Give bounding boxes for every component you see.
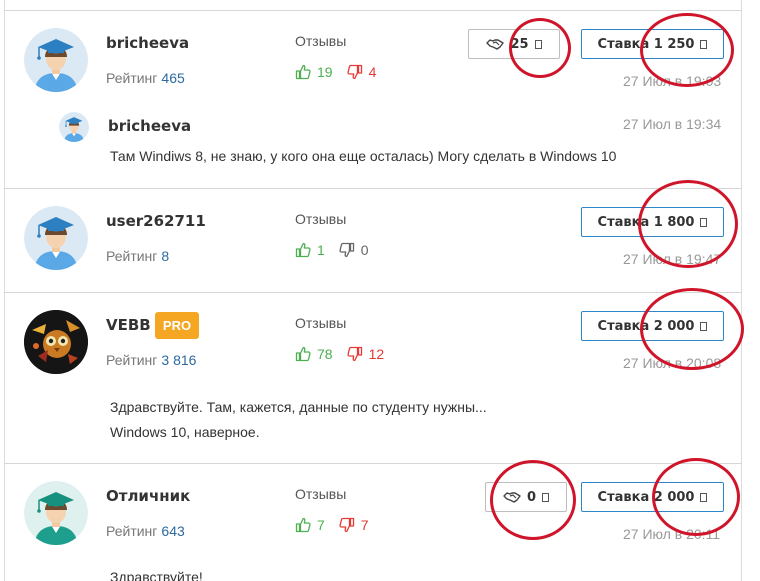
bid-button[interactable]: Ставка 1 800 [581, 207, 724, 237]
bid-message-line: Здравствуйте. Там, кажется, данные по ст… [110, 399, 487, 415]
dislikes: 4 [347, 64, 376, 80]
username[interactable]: Отличник [106, 487, 190, 505]
reply-avatar[interactable] [59, 112, 89, 142]
dislikes: 0 [339, 242, 369, 258]
rating: Рейтинг 3 816 [106, 352, 197, 368]
review-counts: 7 7 [295, 517, 369, 533]
rating: Рейтинг 8 [106, 248, 170, 264]
reviews-link[interactable]: Отзывы [295, 315, 346, 331]
placeholder-glyph [700, 321, 708, 331]
rating-value: 643 [161, 523, 185, 539]
review-counts: 19 4 [295, 64, 376, 80]
thumb-up-icon [295, 242, 311, 258]
review-counts: 1 0 [295, 242, 369, 258]
rating: Рейтинг 465 [106, 70, 185, 86]
username[interactable]: VEBB [106, 316, 151, 334]
thumb-down-icon [347, 64, 363, 80]
thumb-down-icon [339, 242, 355, 258]
bid-date: 27 Июл в 20:08 [623, 355, 722, 371]
divider [4, 188, 742, 189]
bid-date: 27 Июл в 19:03 [623, 73, 722, 89]
thumb-down-icon [347, 346, 363, 362]
bid-button[interactable]: Ставка 1 250 [581, 29, 724, 59]
placeholder-glyph [700, 492, 708, 502]
rating-value: 8 [161, 248, 170, 264]
thumb-up-icon [295, 346, 311, 362]
avatar[interactable] [24, 310, 88, 374]
username[interactable]: bricheeva [106, 34, 189, 52]
reviews-link[interactable]: Отзывы [295, 486, 346, 502]
bid-message-line: Windows 10, наверное. [110, 424, 260, 440]
reviews-link[interactable]: Отзывы [295, 33, 346, 49]
reply-text: Там Windiws 8, не знаю, у кого она еще о… [110, 148, 617, 164]
deals-button[interactable]: 25 [468, 29, 560, 59]
likes: 19 [295, 64, 333, 80]
placeholder-glyph [542, 492, 550, 502]
likes: 78 [295, 346, 333, 362]
bid-date: 27 Июл в 20:11 [623, 526, 721, 542]
handshake-icon [503, 491, 521, 503]
username[interactable]: user262711 [106, 212, 206, 230]
bid-button[interactable]: Ставка 2 000 [581, 482, 724, 512]
rating-value: 3 816 [161, 352, 197, 368]
avatar[interactable] [24, 481, 88, 545]
rating-value: 465 [161, 70, 185, 86]
review-counts: 78 12 [295, 346, 384, 362]
placeholder-glyph [700, 217, 708, 227]
dislikes: 12 [347, 346, 384, 362]
avatar[interactable] [24, 206, 88, 270]
reviews-link[interactable]: Отзывы [295, 211, 346, 227]
rating: Рейтинг 643 [106, 523, 185, 539]
thumb-up-icon [295, 517, 311, 533]
pro-badge: PRO [155, 312, 199, 339]
likes: 7 [295, 517, 325, 533]
avatar[interactable] [24, 28, 88, 92]
bid-message-line: Здравствуйте! [110, 569, 203, 581]
divider [4, 292, 742, 293]
placeholder-glyph [534, 39, 542, 49]
handshake-icon [486, 38, 504, 50]
reply-username[interactable]: bricheeva [108, 117, 191, 135]
dislikes: 7 [339, 517, 369, 533]
likes: 1 [295, 242, 325, 258]
placeholder-glyph [700, 39, 708, 49]
divider [4, 10, 742, 11]
deals-button[interactable]: 0 [485, 482, 567, 512]
divider [4, 463, 742, 464]
reply-date: 27 Июл в 19:34 [623, 116, 722, 132]
thumb-up-icon [295, 64, 311, 80]
thumb-down-icon [339, 517, 355, 533]
bid-button[interactable]: Ставка 2 000 [581, 311, 724, 341]
bid-date: 27 Июл в 19:47 [623, 251, 722, 267]
